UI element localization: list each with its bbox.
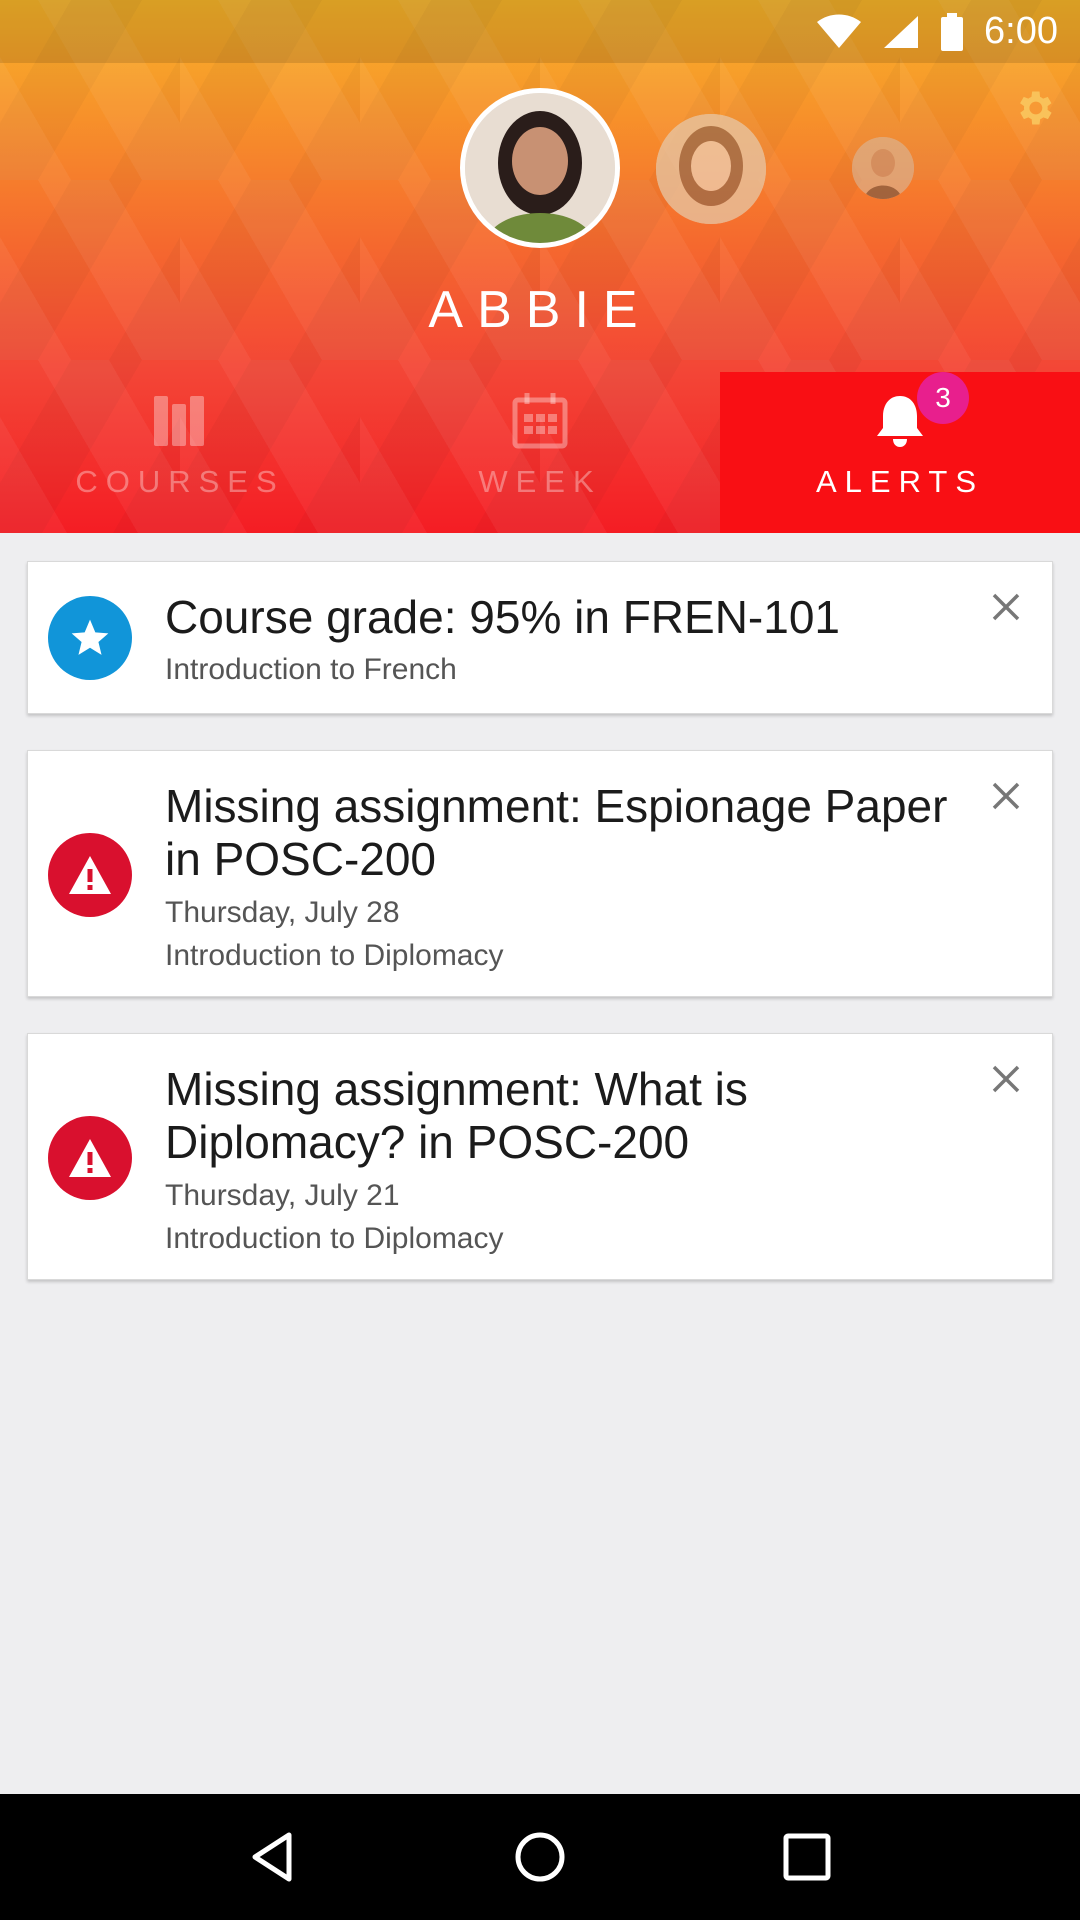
calendar-icon — [512, 393, 568, 449]
recents-icon[interactable] — [777, 1827, 837, 1887]
status-time: 6:00 — [984, 10, 1058, 52]
user-photo-icon — [656, 114, 766, 224]
star-icon — [48, 596, 132, 680]
tab-courses-label: COURSES — [75, 464, 285, 499]
tab-courses[interactable]: COURSES — [0, 372, 360, 533]
profile-header: 6:00 ABBIE COURSES WEEK ALERTS 3 — [0, 0, 1080, 533]
alerts-count-badge: 3 — [917, 372, 969, 424]
dismiss-close-icon[interactable] — [986, 1059, 1026, 1099]
tab-alerts-label: ALERTS — [815, 464, 985, 499]
tab-alerts[interactable]: ALERTS — [720, 372, 1080, 533]
avatar-user-3[interactable] — [852, 137, 914, 199]
avatar-current-user[interactable] — [460, 88, 620, 248]
tab-week-label: WEEK — [478, 464, 602, 499]
avatar-user-2[interactable] — [656, 114, 766, 224]
alert-course: Introduction to Diplomacy — [165, 939, 504, 972]
dismiss-close-icon[interactable] — [986, 776, 1026, 816]
settings-gear-icon[interactable] — [1012, 86, 1056, 130]
dismiss-close-icon[interactable] — [986, 587, 1026, 627]
profile-name: ABBIE — [428, 281, 652, 339]
home-icon[interactable] — [510, 1827, 570, 1887]
alert-date: Thursday, July 28 — [165, 896, 400, 929]
warning-icon — [48, 1116, 132, 1200]
alert-card[interactable]: Missing assignment: What is Diplomacy? i… — [27, 1033, 1053, 1280]
alert-title: Missing assignment: Espionage Paper in P… — [165, 780, 948, 885]
user-photo-icon — [465, 93, 615, 243]
courses-icon — [154, 396, 204, 446]
alert-card[interactable]: Missing assignment: Espionage Paper in P… — [27, 750, 1053, 997]
wifi-icon — [817, 14, 862, 48]
user-photo-icon — [852, 137, 914, 199]
alert-course: Introduction to Diplomacy — [165, 1222, 504, 1255]
battery-icon — [941, 12, 964, 51]
warning-icon — [48, 833, 132, 917]
alert-date: Thursday, July 21 — [165, 1179, 400, 1212]
system-nav-bar — [0, 1794, 1080, 1920]
alert-card[interactable]: Course grade: 95% in FREN-101 Introducti… — [27, 561, 1053, 714]
alert-course: Introduction to French — [165, 653, 457, 686]
alert-title: Course grade: 95% in FREN-101 — [165, 591, 840, 643]
signal-icon — [884, 15, 919, 48]
back-icon[interactable] — [243, 1827, 303, 1887]
alert-title: Missing assignment: What is Diplomacy? i… — [165, 1063, 748, 1168]
status-bar: 6:00 — [0, 0, 1080, 63]
tab-week[interactable]: WEEK — [360, 372, 720, 533]
